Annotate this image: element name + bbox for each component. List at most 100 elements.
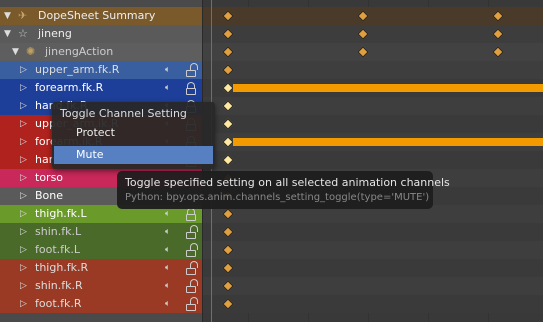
channel-label[interactable]: DopeSheet Summary (38, 9, 155, 23)
keyframe-diamond[interactable] (222, 154, 234, 166)
collapse-triangle-icon[interactable]: ▷ (20, 173, 27, 183)
unlock-icon[interactable] (184, 279, 198, 293)
timeline-row[interactable] (203, 277, 543, 295)
channel-label[interactable]: foot.fk.L (35, 243, 80, 257)
keyframe-diamond[interactable] (492, 46, 504, 58)
collapse-triangle-icon[interactable]: ▷ (20, 191, 27, 201)
keyframe-diamond[interactable] (222, 262, 234, 274)
speaker-icon[interactable]: 🔈︎ (165, 82, 170, 94)
menu-title: Toggle Channel Setting (60, 107, 187, 120)
channel-label[interactable]: thigh.fk.R (35, 261, 88, 275)
menu-item-protect[interactable]: Protect (54, 124, 213, 142)
keyframe-hold-bar[interactable] (233, 84, 543, 92)
expand-triangle-icon[interactable]: ▼ (4, 11, 11, 21)
expand-triangle-icon[interactable]: ▼ (4, 29, 11, 39)
keyframe-diamond[interactable] (222, 280, 234, 292)
speaker-icon[interactable]: 🔈︎ (165, 280, 170, 292)
keyframe-diamond[interactable] (222, 82, 234, 94)
keyframe-diamond[interactable] (222, 28, 234, 40)
channel-row[interactable]: ▷ foot.fk.R 🔈︎ (0, 295, 202, 313)
timeline-row[interactable] (203, 79, 543, 97)
channel-label[interactable]: thigh.fk.L (35, 207, 87, 221)
timeline-row[interactable] (203, 7, 543, 25)
channel-row[interactable]: ▷ foot.fk.L 🔈︎ (0, 241, 202, 259)
timeline-row[interactable] (203, 241, 543, 259)
unlock-icon[interactable] (184, 63, 198, 77)
collapse-triangle-icon[interactable]: ▷ (20, 281, 27, 291)
collapse-triangle-icon[interactable]: ▷ (20, 101, 27, 111)
collapse-triangle-icon[interactable]: ▷ (20, 83, 27, 93)
channel-label[interactable]: shin.fk.R (35, 279, 83, 293)
keyframe-diamond[interactable] (492, 10, 504, 22)
collapse-triangle-icon[interactable]: ▷ (20, 65, 27, 75)
channel-row[interactable]: ▷ shin.fk.L 🔈︎ (0, 223, 202, 241)
summary-icon: ✈ (18, 9, 28, 22)
speaker-icon[interactable]: 🔈︎ (165, 208, 170, 220)
channel-label[interactable]: jinengAction (45, 45, 113, 59)
channel-label[interactable]: jineng (38, 27, 72, 41)
collapse-triangle-icon[interactable]: ▷ (20, 299, 27, 309)
tooltip: Toggle specified setting on all selected… (117, 171, 450, 209)
collapse-triangle-icon[interactable]: ▷ (20, 155, 27, 165)
channel-row[interactable]: ▷ thigh.fk.R 🔈︎ (0, 259, 202, 277)
channel-label[interactable]: foot.fk.R (35, 297, 82, 311)
collapse-triangle-icon[interactable]: ▷ (20, 245, 27, 255)
keyframe-diamond[interactable] (222, 46, 234, 58)
channel-row[interactable]: ▼ ✈ DopeSheet Summary (0, 7, 202, 25)
keyframe-diamond[interactable] (222, 100, 234, 112)
unlock-icon[interactable] (184, 243, 198, 257)
keyframe-diamond[interactable] (492, 28, 504, 40)
timeline-row[interactable] (203, 223, 543, 241)
timeline-row[interactable] (203, 133, 543, 151)
unlock-icon[interactable] (184, 261, 198, 275)
speaker-icon[interactable]: 🔈︎ (165, 64, 170, 76)
collapse-triangle-icon[interactable]: ▷ (20, 227, 27, 237)
speaker-icon[interactable]: 🔈︎ (165, 298, 170, 310)
timeline-row[interactable] (203, 97, 543, 115)
expand-triangle-icon[interactable]: ▼ (12, 47, 19, 57)
keyframe-diamond[interactable] (222, 298, 234, 310)
collapse-triangle-icon[interactable]: ▷ (20, 137, 27, 147)
collapse-triangle-icon[interactable]: ▷ (20, 263, 27, 273)
keyframe-diamond[interactable] (222, 208, 234, 220)
timeline-row[interactable] (203, 151, 543, 169)
keyframe-diamond[interactable] (357, 28, 369, 40)
channel-row[interactable]: ▷ shin.fk.R 🔈︎ (0, 277, 202, 295)
keyframe-diamond[interactable] (222, 136, 234, 148)
keyframe-diamond[interactable] (222, 64, 234, 76)
timeline-row[interactable] (203, 43, 543, 61)
channel-label[interactable]: torso (35, 171, 63, 185)
speaker-icon[interactable]: 🔈︎ (165, 226, 170, 238)
collapse-triangle-icon[interactable]: ▷ (20, 209, 27, 219)
unlock-icon[interactable] (184, 225, 198, 239)
collapse-triangle-icon[interactable]: ▷ (20, 119, 27, 129)
channel-label[interactable]: Bone (35, 189, 63, 203)
timeline-row[interactable] (203, 115, 543, 133)
speaker-icon[interactable]: 🔈︎ (165, 262, 170, 274)
channel-label[interactable]: upper_arm.fk.R (35, 63, 119, 77)
lock-icon[interactable] (184, 81, 198, 95)
channel-row[interactable]: ▷ upper_arm.fk.R 🔈︎ (0, 61, 202, 79)
channel-row[interactable]: ▷ forearm.fk.R 🔈︎ (0, 79, 202, 97)
keyframe-timeline[interactable] (203, 0, 543, 322)
menu-item-mute[interactable]: Mute (54, 146, 213, 164)
timeline-row[interactable] (203, 25, 543, 43)
keyframe-hold-bar[interactable] (233, 138, 543, 146)
action-icon: ✺ (26, 45, 36, 58)
keyframe-diamond[interactable] (222, 244, 234, 256)
keyframe-diamond[interactable] (222, 10, 234, 22)
timeline-row[interactable] (203, 61, 543, 79)
lock-icon[interactable] (184, 207, 198, 221)
speaker-icon[interactable]: 🔈︎ (165, 244, 170, 256)
keyframe-diamond[interactable] (357, 46, 369, 58)
keyframe-diamond[interactable] (222, 118, 234, 130)
timeline-row[interactable] (203, 259, 543, 277)
channel-row[interactable]: ▼ ☆ jineng (0, 25, 202, 43)
channel-label[interactable]: shin.fk.L (35, 225, 81, 239)
channel-label[interactable]: forearm.fk.R (35, 81, 103, 95)
unlock-icon[interactable] (184, 297, 198, 311)
channel-row[interactable]: ▼ ✺ jinengAction (0, 43, 202, 61)
timeline-row[interactable] (203, 295, 543, 313)
keyframe-diamond[interactable] (357, 10, 369, 22)
keyframe-diamond[interactable] (222, 226, 234, 238)
